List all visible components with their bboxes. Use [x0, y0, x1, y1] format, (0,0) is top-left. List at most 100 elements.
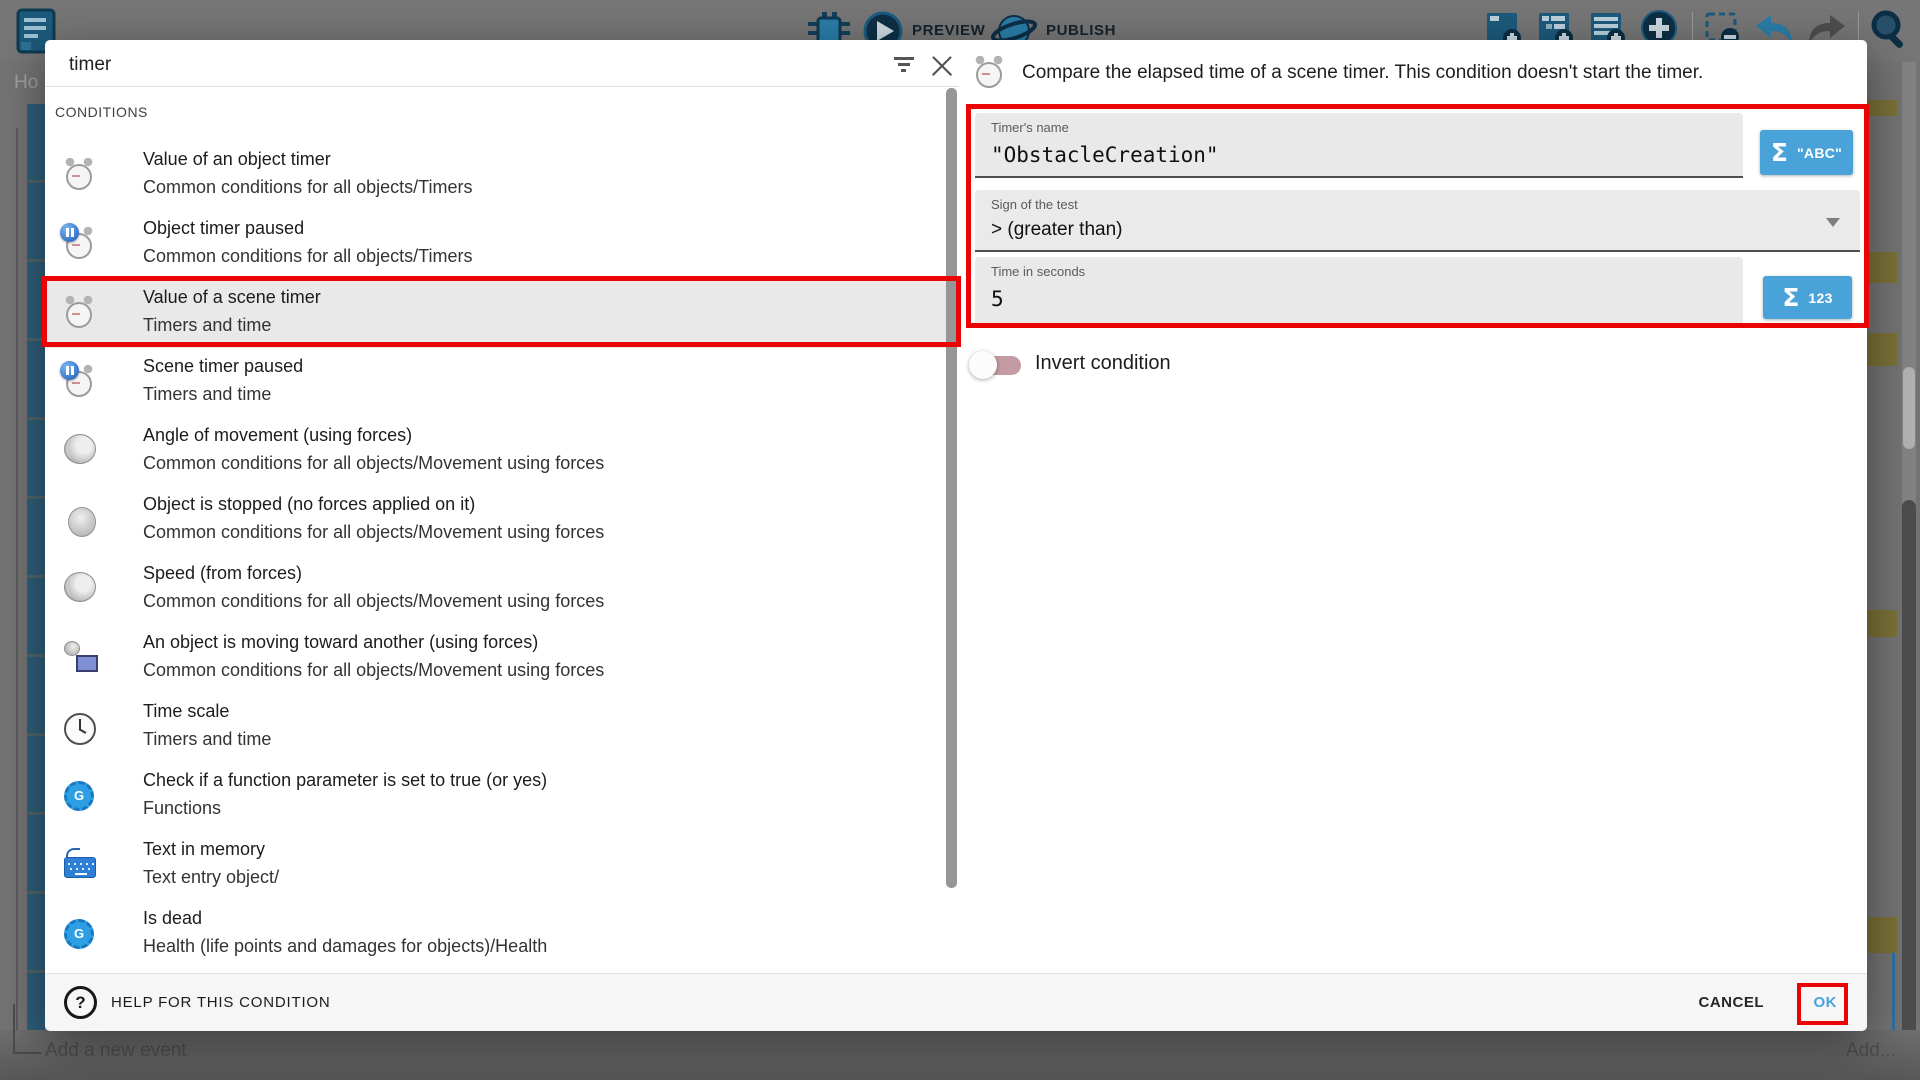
scene-timer-icon	[64, 296, 94, 330]
close-icon[interactable]	[929, 53, 955, 79]
event-sheet-bottom	[0, 1030, 1920, 1080]
condition-title: Angle of movement (using forces)	[143, 425, 412, 446]
preview-button: PREVIEW	[912, 22, 985, 39]
sign-of-test-select[interactable]: Sign of the test > (greater than)	[975, 190, 1860, 252]
object-timer-icon	[64, 158, 94, 192]
filter-icon[interactable]	[893, 56, 915, 74]
time-in-seconds-label: Time in seconds	[991, 264, 1085, 279]
panel-edge-shadow	[1902, 500, 1916, 1080]
search-events-icon	[1868, 8, 1910, 52]
condition-title: An object is moving toward another (usin…	[143, 632, 538, 653]
invert-condition-label: Invert condition	[1035, 352, 1171, 375]
search-input[interactable]	[67, 48, 771, 82]
help-link[interactable]: ? HELP FOR THIS CONDITION	[64, 974, 331, 1031]
condition-item-scene-timer-paused[interactable]: Scene timer paused Timers and time	[45, 348, 946, 417]
condition-subtitle: Common conditions for all objects/Timers	[143, 177, 472, 198]
condition-title: Value of a scene timer	[143, 287, 321, 308]
toggle-knob	[969, 351, 997, 379]
add-new-event-label: Add a new event	[45, 1040, 187, 1062]
selected-event-border	[1892, 953, 1895, 1030]
numeric-label: 123	[1808, 290, 1832, 306]
condition-title: Speed (from forces)	[143, 563, 302, 584]
screen: PREVIEW PUBLISH	[0, 0, 1920, 1080]
condition-item-speed-from-forces[interactable]: Speed (from forces) Common conditions fo…	[45, 555, 946, 624]
page-scrollbar-thumb	[1903, 367, 1915, 449]
function-parameter-icon	[64, 781, 94, 811]
health-icon	[64, 919, 94, 949]
scene-tab-label: Ho	[14, 72, 38, 94]
abc-label: "ABC"	[1797, 145, 1842, 161]
timer-name-expression-button[interactable]: Σ "ABC"	[1760, 130, 1853, 175]
condition-title: Check if a function parameter is set to …	[143, 770, 547, 791]
object-timer-paused-icon	[64, 227, 94, 261]
help-label: HELP FOR THIS CONDITION	[111, 994, 331, 1011]
dialog-footer: ? HELP FOR THIS CONDITION CANCEL OK	[45, 973, 1867, 1031]
time-in-seconds-value: 5	[991, 287, 1004, 311]
condition-title: Object timer paused	[143, 218, 304, 239]
conditions-section-header: CONDITIONS	[55, 104, 148, 120]
condition-item-object-timer-paused[interactable]: Object timer paused Common conditions fo…	[45, 210, 946, 279]
condition-subtitle: Common conditions for all objects/Moveme…	[143, 660, 604, 681]
help-icon: ?	[64, 986, 97, 1019]
condition-description: Compare the elapsed time of a scene time…	[1022, 62, 1822, 84]
publish-button: PUBLISH	[1046, 22, 1116, 39]
condition-title: Value of an object timer	[143, 149, 331, 170]
condition-subtitle: Timers and time	[143, 729, 271, 750]
condition-item-time-scale[interactable]: Time scale Timers and time	[45, 693, 946, 762]
condition-subtitle: Timers and time	[143, 384, 271, 405]
condition-subtitle: Health (life points and damages for obje…	[143, 936, 547, 957]
text-entry-icon	[64, 848, 96, 878]
sign-of-test-value: > (greater than)	[991, 219, 1123, 241]
object-stopped-icon	[68, 507, 96, 537]
event-sheet-highlight	[1867, 333, 1897, 366]
timer-name-field[interactable]: Timer's name "ObstacleCreation"	[975, 113, 1743, 178]
cancel-button[interactable]: CANCEL	[1699, 974, 1765, 1031]
condition-item-text-in-memory[interactable]: Text in memory Text entry object/	[45, 831, 946, 900]
event-sheet-highlight	[1867, 252, 1897, 283]
time-expression-button[interactable]: Σ 123	[1763, 276, 1852, 319]
scene-timer-header-icon	[974, 56, 1004, 90]
condition-subtitle: Common conditions for all objects/Timers	[143, 246, 472, 267]
sigma-icon: Σ	[1782, 283, 1799, 312]
condition-item-moving-toward[interactable]: An object is moving toward another (usin…	[45, 624, 946, 693]
divider	[45, 86, 959, 87]
ok-button[interactable]: OK	[1814, 974, 1838, 1031]
moving-toward-icon	[64, 641, 98, 675]
list-scrollbar-thumb[interactable]	[946, 88, 957, 888]
time-scale-icon	[64, 713, 96, 745]
event-sheet-highlight	[1867, 917, 1897, 953]
time-in-seconds-field[interactable]: Time in seconds 5	[975, 257, 1743, 326]
condition-item-angle-of-movement[interactable]: Angle of movement (using forces) Common …	[45, 417, 946, 486]
condition-title: Scene timer paused	[143, 356, 303, 377]
condition-subtitle: Common conditions for all objects/Moveme…	[143, 453, 604, 474]
sign-of-test-label: Sign of the test	[991, 197, 1078, 212]
timer-name-label: Timer's name	[991, 120, 1069, 135]
condition-title: Object is stopped (no forces applied on …	[143, 494, 475, 515]
event-sheet-highlight	[1867, 610, 1897, 637]
condition-item-value-of-object-timer[interactable]: Value of an object timer Common conditio…	[45, 141, 946, 210]
condition-subtitle: Text entry object/	[143, 867, 279, 888]
event-sheet-condition-column	[27, 104, 45, 1030]
add-more-label: Add...	[1846, 1040, 1896, 1062]
sigma-icon: Σ	[1771, 138, 1788, 167]
condition-subtitle: Functions	[143, 798, 221, 819]
event-tree-line	[16, 128, 18, 1030]
condition-title: Text in memory	[143, 839, 265, 860]
invert-condition-toggle[interactable]	[969, 347, 1027, 383]
scene-timer-paused-icon	[64, 365, 94, 399]
condition-subtitle: Timers and time	[143, 315, 271, 336]
condition-item-function-parameter-true[interactable]: Check if a function parameter is set to …	[45, 762, 946, 831]
condition-item-value-of-scene-timer[interactable]: Value of a scene timer Timers and time	[45, 279, 946, 348]
condition-subtitle: Common conditions for all objects/Moveme…	[143, 522, 604, 543]
condition-subtitle: Common conditions for all objects/Moveme…	[143, 591, 604, 612]
movement-angle-icon	[64, 434, 96, 464]
speed-icon	[64, 572, 96, 602]
condition-item-object-is-stopped[interactable]: Object is stopped (no forces applied on …	[45, 486, 946, 555]
event-tree-corner	[13, 1004, 41, 1054]
timer-name-value: "ObstacleCreation"	[991, 143, 1219, 167]
condition-editor-dialog: CONDITIONS Value of an object timer Comm…	[45, 40, 1867, 1030]
event-sheet-highlight	[1867, 100, 1897, 116]
chevron-down-icon	[1826, 218, 1840, 227]
condition-title: Is dead	[143, 908, 202, 929]
condition-item-is-dead[interactable]: Is dead Health (life points and damages …	[45, 900, 946, 969]
